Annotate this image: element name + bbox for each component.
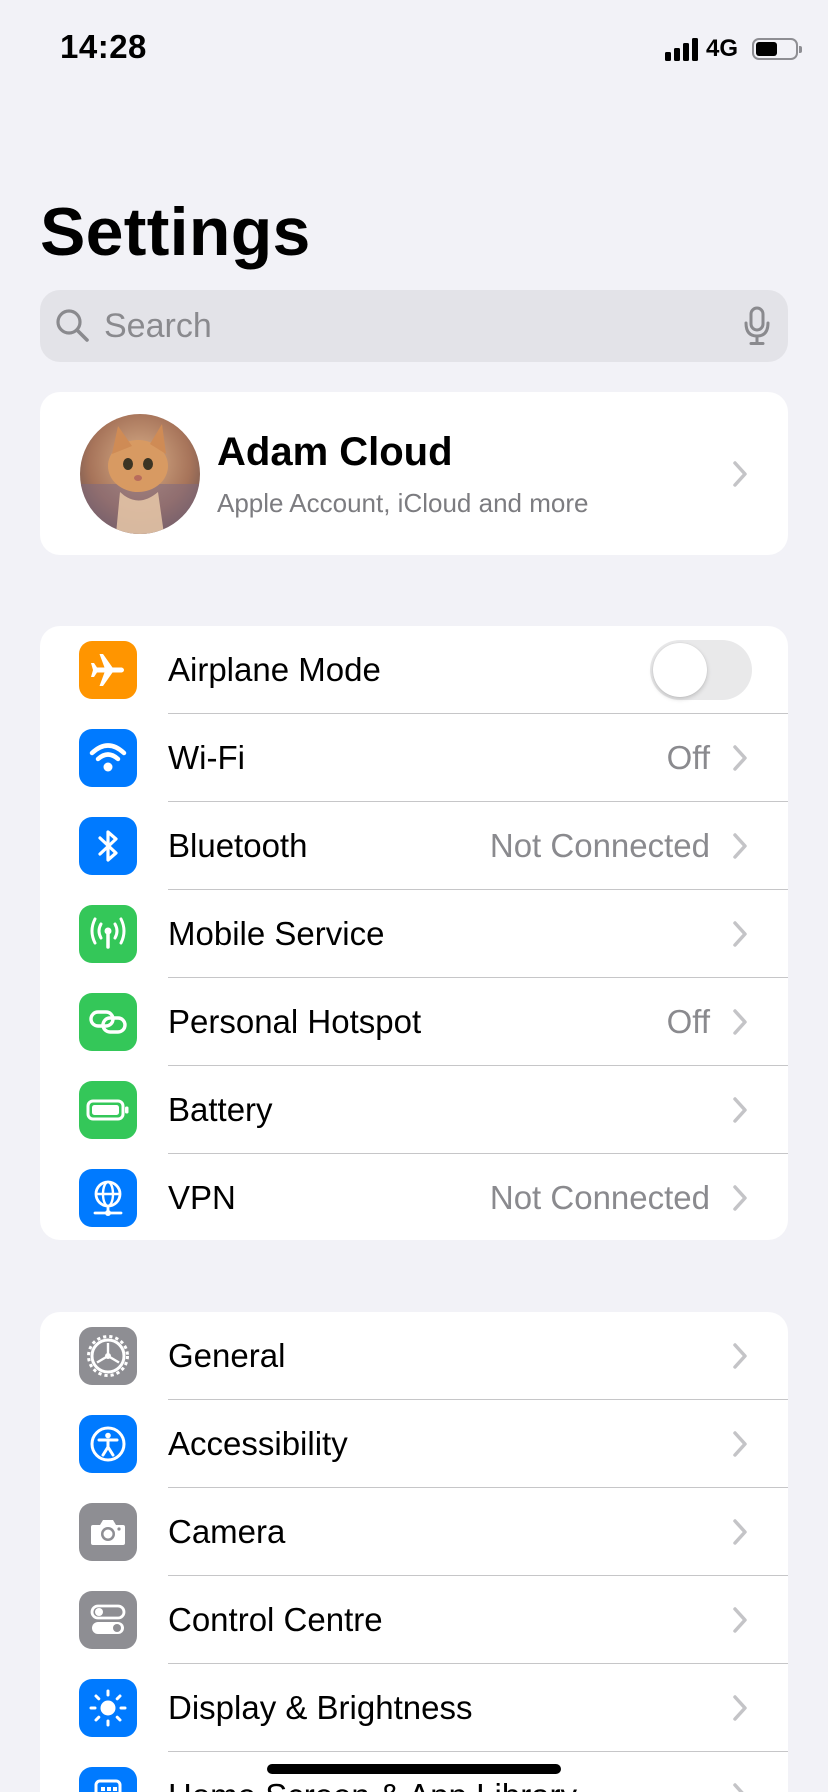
settings-row-wifi[interactable]: Wi-Fi Off (40, 714, 788, 802)
settings-row-accessibility[interactable]: Accessibility (40, 1400, 788, 1488)
page-title: Settings (40, 194, 311, 270)
chevron-right-icon (732, 1184, 748, 1217)
search-input[interactable] (104, 290, 704, 362)
general-settings-group: General Accessibility Camera Control Cen… (40, 1312, 788, 1792)
globe-network-icon (79, 1169, 137, 1227)
airplane-icon (79, 641, 137, 699)
chevron-right-icon (732, 1008, 748, 1041)
chevron-right-icon (732, 744, 748, 777)
accessibility-icon (79, 1415, 137, 1473)
battery-status-icon (752, 38, 802, 60)
sun-icon (79, 1679, 137, 1737)
chevron-right-icon (732, 460, 748, 493)
camera-icon (79, 1503, 137, 1561)
settings-row-mobile-service[interactable]: Mobile Service (40, 890, 788, 978)
chevron-right-icon (732, 1606, 748, 1639)
settings-row-display-brightness[interactable]: Display & Brightness (40, 1664, 788, 1752)
chevron-right-icon (732, 1342, 748, 1375)
settings-row-airplane-mode[interactable]: Airplane Mode (40, 626, 788, 714)
network-type: 4G (705, 35, 738, 62)
settings-screen: 14:28 4G Settings Search Adam Cloud Appl… (0, 0, 828, 1792)
display-brightness-label: Display & Brightness (168, 1689, 473, 1726)
search-icon (54, 307, 92, 350)
chevron-right-icon (732, 1518, 748, 1551)
home-indicator[interactable] (267, 1764, 561, 1774)
camera-label: Camera (168, 1513, 286, 1550)
vpn-label: VPN (168, 1179, 236, 1216)
vpn-status-value: Not Connected (489, 1179, 710, 1216)
settings-row-vpn[interactable]: VPN Not Connected (40, 1154, 788, 1240)
signal-strength-icon (664, 37, 698, 61)
settings-row-general[interactable]: General (40, 1312, 788, 1400)
chevron-right-icon (732, 1782, 748, 1792)
status-indicators: 4G (664, 35, 802, 62)
airplane-mode-toggle[interactable] (650, 640, 752, 700)
hotspot-link-icon (79, 993, 137, 1051)
settings-row-camera[interactable]: Camera (40, 1488, 788, 1576)
account-subtitle: Apple Account, iCloud and more (217, 488, 589, 518)
connectivity-settings-group: Airplane Mode Wi-Fi Off Bluetooth Not Co… (40, 626, 788, 1240)
chevron-right-icon (732, 1096, 748, 1129)
battery-icon (79, 1081, 137, 1139)
apple-account-card[interactable]: Adam Cloud Apple Account, iCloud and mor… (40, 392, 788, 555)
personal-hotspot-status-value: Off (666, 1003, 710, 1040)
bluetooth-label: Bluetooth (168, 827, 308, 864)
antenna-icon (79, 905, 137, 963)
home-screen-label: Home Screen & App Library (168, 1777, 577, 1792)
personal-hotspot-label: Personal Hotspot (168, 1003, 422, 1040)
wifi-status-value: Off (666, 739, 710, 776)
control-centre-label: Control Centre (168, 1601, 383, 1638)
home-grid-icon (79, 1767, 137, 1792)
status-time: 14:28 (60, 28, 147, 65)
gear-icon (79, 1327, 137, 1385)
general-label: General (168, 1337, 286, 1374)
chevron-right-icon (732, 1694, 748, 1727)
settings-row-control-centre[interactable]: Control Centre (40, 1576, 788, 1664)
chevron-right-icon (732, 1430, 748, 1463)
accessibility-label: Accessibility (168, 1425, 348, 1462)
settings-row-battery[interactable]: Battery (40, 1066, 788, 1154)
wifi-icon (79, 729, 137, 787)
control-centre-icon (79, 1591, 137, 1649)
settings-row-personal-hotspot[interactable]: Personal Hotspot Off (40, 978, 788, 1066)
wifi-label: Wi-Fi (168, 739, 245, 776)
settings-row-bluetooth[interactable]: Bluetooth Not Connected (40, 802, 788, 890)
microphone-icon[interactable] (744, 306, 770, 351)
avatar (80, 414, 200, 534)
account-name: Adam Cloud (217, 430, 453, 474)
status-bar: 14:28 4G (0, 0, 828, 100)
bluetooth-icon (79, 817, 137, 875)
mobile-service-label: Mobile Service (168, 915, 385, 952)
battery-label: Battery (168, 1091, 273, 1128)
bluetooth-status-value: Not Connected (489, 827, 710, 864)
chevron-right-icon (732, 832, 748, 865)
search-bar[interactable] (40, 290, 788, 362)
airplane-mode-label: Airplane Mode (168, 651, 381, 688)
chevron-right-icon (732, 920, 748, 953)
